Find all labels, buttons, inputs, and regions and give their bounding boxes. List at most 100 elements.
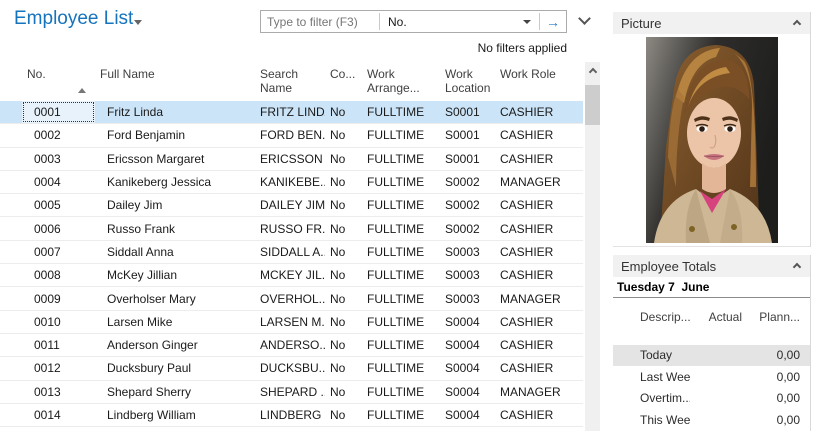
cell-work-arrangement[interactable]: FULLTIME <box>362 241 440 263</box>
cell-work-arrangement[interactable]: FULLTIME <box>362 287 440 309</box>
cell-no[interactable]: 0013 <box>22 381 95 403</box>
cell-work-role[interactable]: CASHIER <box>495 241 583 263</box>
cell-work-arrangement[interactable]: FULLTIME <box>362 171 440 193</box>
cell-work-arrangement[interactable]: FULLTIME <box>362 148 440 170</box>
cell-communication[interactable]: No <box>325 264 362 286</box>
cell-full-name[interactable]: Ducksbury Paul <box>95 357 255 379</box>
row-selector-cell[interactable] <box>0 311 22 333</box>
row-selector-cell[interactable] <box>0 404 22 426</box>
cell-no[interactable]: 0009 <box>22 287 95 309</box>
cell-work-location[interactable]: S0004 <box>440 311 495 333</box>
cell-no[interactable]: 0002 <box>22 124 95 146</box>
cell-work-location[interactable]: S0004 <box>440 381 495 403</box>
cell-search-name[interactable]: LINDBERG ... <box>255 404 325 426</box>
cell-no[interactable]: 0008 <box>22 264 95 286</box>
totals-row[interactable]: Last Week 0,00 <box>613 366 810 388</box>
cell-full-name[interactable]: Siddall Anna <box>95 241 255 263</box>
cell-no[interactable]: 0010 <box>22 311 95 333</box>
cell-full-name[interactable]: McKey Jillian <box>95 264 255 286</box>
row-selector-cell[interactable] <box>0 194 22 216</box>
cell-work-location[interactable]: S0002 <box>440 171 495 193</box>
totals-row[interactable]: Today 0,00 <box>613 345 810 367</box>
cell-communication[interactable]: No <box>325 148 362 170</box>
cell-full-name[interactable]: Larsen Mike <box>95 311 255 333</box>
cell-communication[interactable]: No <box>325 101 362 123</box>
cell-communication[interactable]: No <box>325 287 362 309</box>
cell-work-arrangement[interactable]: FULLTIME <box>362 124 440 146</box>
cell-communication[interactable]: No <box>325 241 362 263</box>
cell-search-name[interactable]: SHEPARD ... <box>255 381 325 403</box>
apply-filter-button[interactable]: → <box>540 11 566 32</box>
cell-work-arrangement[interactable]: FULLTIME <box>362 264 440 286</box>
cell-work-role[interactable]: CASHIER <box>495 357 583 379</box>
cell-work-location[interactable]: S0002 <box>440 194 495 216</box>
totals-row[interactable]: Overtim... 0,00 <box>613 388 810 410</box>
column-header-work-location[interactable]: Work Location <box>440 62 495 101</box>
cell-work-arrangement[interactable]: FULLTIME <box>362 101 440 123</box>
filter-input[interactable] <box>261 12 379 31</box>
cell-no[interactable]: 0001 <box>22 101 95 123</box>
row-selector-cell[interactable] <box>0 287 22 309</box>
collapse-ribbon-chevron-icon[interactable] <box>578 12 591 25</box>
page-title-menu-caret-icon[interactable] <box>134 20 142 25</box>
column-header-no[interactable]: No. <box>22 62 95 101</box>
row-selector-cell[interactable] <box>0 171 22 193</box>
cell-work-role[interactable]: CASHIER <box>495 217 583 239</box>
cell-search-name[interactable]: DAILEY JIM <box>255 194 325 216</box>
cell-no[interactable]: 0005 <box>22 194 95 216</box>
cell-full-name[interactable]: Ericsson Margaret <box>95 148 255 170</box>
cell-work-location[interactable]: S0001 <box>440 101 495 123</box>
cell-communication[interactable]: No <box>325 124 362 146</box>
table-row[interactable]: 0010 Larsen Mike LARSEN M... No FULLTIME… <box>0 311 583 334</box>
table-row[interactable]: 0002 Ford Benjamin FORD BEN... No FULLTI… <box>0 124 583 147</box>
row-selector-cell[interactable] <box>0 241 22 263</box>
cell-work-role[interactable]: CASHIER <box>495 194 583 216</box>
cell-search-name[interactable]: ANDERSO... <box>255 334 325 356</box>
cell-full-name[interactable]: Fritz Linda <box>95 101 255 123</box>
cell-work-arrangement[interactable]: FULLTIME <box>362 334 440 356</box>
cell-communication[interactable]: No <box>325 404 362 426</box>
table-row[interactable]: 0009 Overholser Mary OVERHOL... No FULLT… <box>0 287 583 310</box>
cell-communication[interactable]: No <box>325 311 362 333</box>
cell-work-role[interactable]: CASHIER <box>495 264 583 286</box>
cell-work-arrangement[interactable]: FULLTIME <box>362 381 440 403</box>
cell-no[interactable]: 0006 <box>22 217 95 239</box>
table-row[interactable]: 0013 Shepard Sherry SHEPARD ... No FULLT… <box>0 381 583 404</box>
cell-communication[interactable]: No <box>325 217 362 239</box>
vertical-scrollbar[interactable] <box>585 62 600 431</box>
cell-work-role[interactable]: MANAGER <box>495 287 583 309</box>
cell-full-name[interactable]: Kanikeberg Jessica <box>95 171 255 193</box>
filter-field-select[interactable]: No. <box>380 11 539 32</box>
cell-work-location[interactable]: S0004 <box>440 357 495 379</box>
cell-no[interactable]: 0014 <box>22 404 95 426</box>
cell-communication[interactable]: No <box>325 357 362 379</box>
cell-work-arrangement[interactable]: FULLTIME <box>362 404 440 426</box>
cell-communication[interactable]: No <box>325 334 362 356</box>
cell-communication[interactable]: No <box>325 171 362 193</box>
row-selector-cell[interactable] <box>0 148 22 170</box>
table-row[interactable]: 0005 Dailey Jim DAILEY JIM No FULLTIME S… <box>0 194 583 217</box>
cell-work-role[interactable]: CASHIER <box>495 148 583 170</box>
cell-no[interactable]: 0003 <box>22 148 95 170</box>
cell-full-name[interactable]: Lindberg William <box>95 404 255 426</box>
cell-no[interactable]: 0004 <box>22 171 95 193</box>
column-header-work-arrangement[interactable]: Work Arrange... <box>362 62 440 101</box>
scrollbar-thumb[interactable] <box>585 85 600 125</box>
cell-work-location[interactable]: S0002 <box>440 217 495 239</box>
cell-search-name[interactable]: FORD BEN... <box>255 124 325 146</box>
column-header-work-role[interactable]: Work Role <box>495 62 583 101</box>
cell-work-role[interactable]: CASHIER <box>495 124 583 146</box>
cell-work-role[interactable]: CASHIER <box>495 404 583 426</box>
cell-full-name[interactable]: Shepard Sherry <box>95 381 255 403</box>
cell-communication[interactable]: No <box>325 381 362 403</box>
cell-work-location[interactable]: S0001 <box>440 148 495 170</box>
table-row[interactable]: 0011 Anderson Ginger ANDERSO... No FULLT… <box>0 334 583 357</box>
cell-search-name[interactable]: ERICSSON ... <box>255 148 325 170</box>
cell-no[interactable]: 0007 <box>22 241 95 263</box>
cell-work-location[interactable]: S0003 <box>440 264 495 286</box>
cell-work-location[interactable]: S0001 <box>440 124 495 146</box>
column-header-full-name[interactable]: Full Name <box>95 62 255 101</box>
cell-work-location[interactable]: S0004 <box>440 334 495 356</box>
row-selector-cell[interactable] <box>0 381 22 403</box>
cell-work-arrangement[interactable]: FULLTIME <box>362 194 440 216</box>
